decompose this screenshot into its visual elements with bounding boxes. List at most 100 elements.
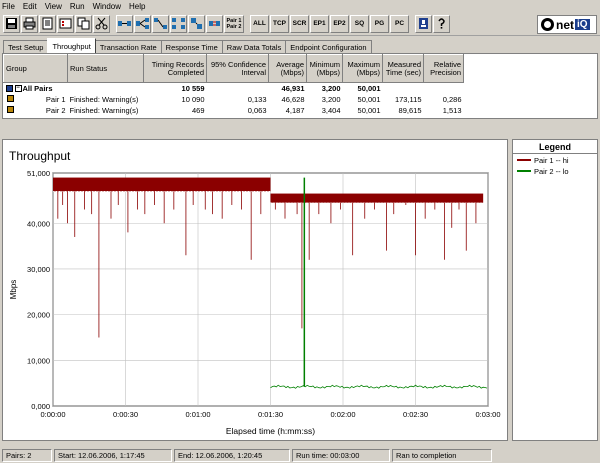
logo-text-suffix: iQ [575, 19, 590, 30]
add-multicast-button[interactable] [134, 14, 151, 33]
document-icon [42, 17, 53, 30]
cell-confidence: 0,133 [247, 94, 267, 104]
filter-pc-button[interactable]: PC [390, 14, 409, 33]
edit-pair-button[interactable] [152, 14, 169, 33]
traffic-button[interactable] [206, 14, 223, 33]
filter-tcp-button[interactable]: TCP [270, 14, 289, 33]
filter-ep1-button[interactable]: EP1 [310, 14, 329, 33]
cell-maximum: 50,001 [357, 94, 381, 104]
edit-pair-icon [154, 18, 167, 29]
tab-endpoint-configuration[interactable]: Endpoint Configuration [285, 40, 372, 53]
table-row[interactable]: Pair 2 Finished: Warning(s) 469 0,063 4,… [4, 105, 598, 116]
copy-icon [77, 17, 90, 30]
logo-text: net [556, 17, 574, 32]
status-pairs: Pairs: 2 [2, 448, 52, 462]
run-button[interactable] [415, 14, 432, 33]
filter-ep2-button[interactable]: EP2 [330, 14, 349, 33]
header-relative-precision[interactable]: Relative Precision [423, 54, 464, 83]
pair-filter-button[interactable]: Pair 1 Pair 2 [224, 14, 244, 33]
filter-all-button[interactable]: ALL [250, 14, 269, 33]
help-button[interactable] [433, 14, 450, 33]
status-start: Start: 12.06.2006, 1:17:45 [54, 448, 172, 462]
filter-sq-button[interactable]: SQ [350, 14, 369, 33]
menu-run[interactable]: Run [70, 2, 85, 11]
pair-icon [6, 105, 14, 113]
x-tick-label: 0:03:00 [475, 410, 500, 419]
legend-label-pair1: Pair 1 -- hi [534, 155, 569, 165]
header-maximum[interactable]: Maximum (Mbps) [342, 54, 383, 83]
cell-records: 10 090 [181, 94, 205, 104]
legend-title: Legend [513, 140, 597, 154]
legend-item-pair1[interactable]: Pair 1 -- hi [513, 155, 597, 165]
header-timing-records[interactable]: Timing Records Completed [143, 54, 207, 83]
print-button[interactable] [21, 14, 38, 33]
cell-minimum: 3,404 [321, 105, 341, 115]
header-filler [463, 54, 597, 83]
menu-edit[interactable]: Edit [23, 2, 37, 11]
cell-average: 46,628 [281, 94, 305, 104]
pair1-series-band [53, 177, 271, 192]
properties-button[interactable] [39, 14, 56, 33]
cell-precision [424, 83, 464, 94]
group-label: Pair 2 [45, 105, 66, 115]
cell-maximum: 50,001 [357, 105, 381, 115]
menu-bar: File Edit View Run Window Help [0, 0, 600, 12]
cell-group: − All Pairs [4, 83, 68, 94]
cell-average: 46,931 [281, 83, 305, 93]
table-row[interactable]: Pair 1 Finished: Warning(s) 10 090 0,133… [4, 94, 598, 105]
y-tick-label: 10,000 [27, 356, 50, 365]
header-confidence[interactable]: 95% Confidence Interval [206, 54, 269, 83]
cell-minimum: 3,200 [321, 83, 341, 93]
x-tick-label: 0:02:00 [330, 410, 355, 419]
endpoint-button[interactable] [188, 14, 205, 33]
delete-button[interactable] [93, 14, 110, 33]
y-tick-label: 20,000 [27, 311, 50, 320]
table-row[interactable]: − All Pairs 10 559 46,931 3,200 50,001 [4, 83, 598, 94]
header-group[interactable]: Group [3, 54, 68, 83]
status-bar: Pairs: 2 Start: 12.06.2006, 1:17:45 End:… [0, 447, 600, 463]
tab-test-setup[interactable]: Test Setup [3, 40, 49, 53]
x-axis-label: Elapsed time (h:mm:ss) [226, 426, 315, 436]
save-button[interactable] [3, 14, 20, 33]
y-axis-label: Mbps [9, 280, 18, 300]
x-tick-label: 0:01:30 [258, 410, 283, 419]
menu-help[interactable]: Help [129, 2, 145, 11]
filter-pg-button[interactable]: PG [370, 14, 389, 33]
add-pair-button[interactable] [116, 14, 133, 33]
pair-list-button[interactable] [57, 14, 74, 33]
menu-file[interactable]: File [2, 2, 15, 11]
print-icon [23, 17, 36, 30]
group-label: All Pairs [22, 83, 53, 93]
menu-window[interactable]: Window [93, 2, 121, 11]
x-tick-label: 0:01:00 [185, 410, 210, 419]
status-completion: Ran to completion [392, 448, 492, 462]
group-icon [5, 85, 13, 93]
throughput-chart[interactable]: Throughput0,00010,00020,00030,00040,0005… [3, 140, 507, 440]
legend-item-pair2[interactable]: Pair 2 -- lo [513, 166, 597, 176]
save-icon [6, 18, 17, 29]
copy-button[interactable] [75, 14, 92, 33]
help-icon [438, 18, 445, 29]
header-measured-time[interactable]: Measured Time (sec) [382, 54, 424, 83]
collapse-icon[interactable]: − [14, 85, 22, 93]
header-minimum[interactable]: Minimum (Mbps) [306, 54, 343, 83]
multicast-icon [136, 18, 149, 29]
header-average[interactable]: Average (Mbps) [268, 54, 307, 83]
cell-status: Finished: Warning(s) [69, 94, 139, 104]
filter-scr-button[interactable]: SCR [290, 14, 309, 33]
tab-throughput[interactable]: Throughput [47, 38, 96, 53]
pair-icon [118, 21, 131, 26]
chart-title: Throughput [9, 149, 71, 163]
swap-button[interactable] [170, 14, 187, 33]
traffic-icon [209, 21, 220, 26]
tab-response-time[interactable]: Response Time [160, 40, 223, 53]
tab-transaction-rate[interactable]: Transaction Rate [94, 40, 162, 53]
group-label: Pair 1 [45, 94, 66, 104]
tab-raw-data-totals[interactable]: Raw Data Totals [221, 40, 287, 53]
cell-maximum: 50,001 [357, 83, 381, 93]
run-icon [419, 18, 428, 29]
status-run-time: Run time: 00:03:00 [292, 448, 390, 462]
menu-view[interactable]: View [45, 2, 62, 11]
header-run-status[interactable]: Run Status [67, 54, 144, 83]
x-tick-label: 0:02:30 [403, 410, 428, 419]
